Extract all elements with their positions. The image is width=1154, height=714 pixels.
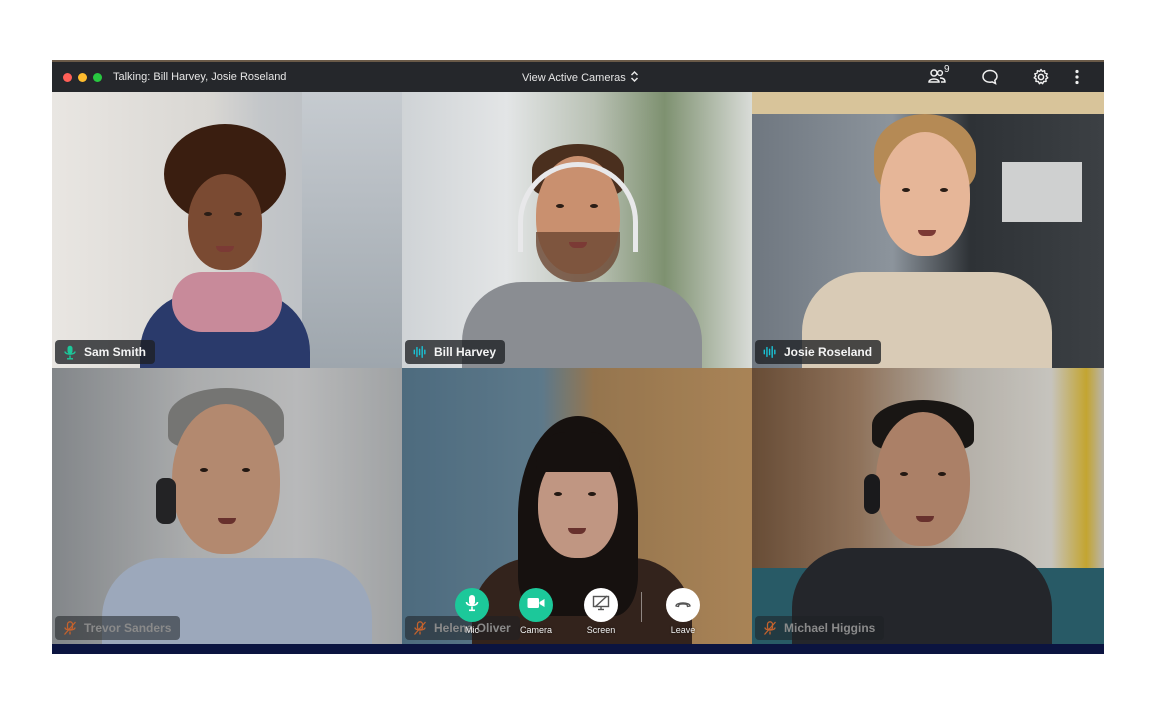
face [880,132,970,256]
participants-button[interactable]: 9 [928,64,950,88]
chat-icon [981,69,999,90]
leave-label: Leave [670,625,696,635]
camera-button[interactable]: Camera [516,588,556,635]
minimize-window-button[interactable] [78,73,87,82]
video-tile[interactable]: Michael Higgins [752,368,1104,644]
up-down-chevron-icon [630,70,639,86]
face [188,174,262,270]
audio-wave-icon [763,345,777,359]
scarf [172,272,282,332]
participants-count: 9 [944,64,950,75]
close-window-button[interactable] [63,73,72,82]
participant-name: Michael Higgins [784,621,876,635]
window-background [302,92,402,368]
leave-button-circle [666,588,700,622]
mic-muted-icon [63,620,77,635]
screen-share-button[interactable]: Screen [581,588,621,635]
mic-button[interactable]: Mic [452,588,492,635]
participant-name: Trevor Sanders [84,621,172,635]
call-controls: Mic Camera Screen Leave [452,588,712,644]
mic-button-circle [455,588,489,622]
screen-share-off-icon [592,594,610,616]
video-tile[interactable]: Trevor Sanders [52,368,402,644]
wall-photo [1002,162,1082,222]
participant-name: Josie Roseland [784,345,873,359]
video-grid: Sam Smith Bill Harvey Josie Roseland Tre… [52,92,1104,644]
video-tile[interactable]: Sam Smith [52,92,402,368]
screen-button-circle [584,588,618,622]
screen-label: Screen [586,625,616,635]
title-bar: Talking: Bill Harvey, Josie Roseland Vie… [52,60,1104,92]
view-selector-label: View Active Cameras [522,72,626,84]
hang-up-icon [674,596,692,614]
leave-button[interactable]: Leave [663,588,703,635]
mic-icon [465,594,479,617]
settings-icon [1032,68,1050,90]
mic-icon [63,345,77,360]
settings-button[interactable] [1032,68,1052,88]
mic-muted-icon [413,620,427,635]
participant-name-tag: Josie Roseland [755,340,882,364]
participant-name-tag: Bill Harvey [405,340,506,364]
camera-button-circle [519,588,553,622]
chat-button[interactable] [981,68,1001,88]
controls-divider [641,592,642,622]
bottom-strip [52,644,1104,654]
camera-label: Camera [519,625,552,635]
talking-indicator: Talking: Bill Harvey, Josie Roseland [113,71,287,83]
zoom-window-button[interactable] [93,73,102,82]
mic-muted-icon [763,620,777,635]
window-controls [63,73,102,82]
camera-icon [527,596,545,614]
mic-label: Mic [465,625,479,635]
participant-name-tag: Sam Smith [55,340,156,364]
participant-name: Bill Harvey [434,345,497,359]
more-options-button[interactable] [1068,68,1088,88]
ceiling [752,92,1104,114]
view-selector-dropdown[interactable]: View Active Cameras [522,70,639,86]
participant-name-tag: Michael Higgins [755,616,885,640]
participant-name: Sam Smith [84,345,147,359]
video-call-window: Talking: Bill Harvey, Josie Roseland Vie… [52,60,1104,654]
video-tile[interactable]: Josie Roseland [752,92,1104,368]
video-tile[interactable]: Bill Harvey [402,92,752,368]
audio-wave-icon [413,345,427,359]
participant-name-tag: Trevor Sanders [55,616,181,640]
more-options-icon [1068,69,1086,90]
